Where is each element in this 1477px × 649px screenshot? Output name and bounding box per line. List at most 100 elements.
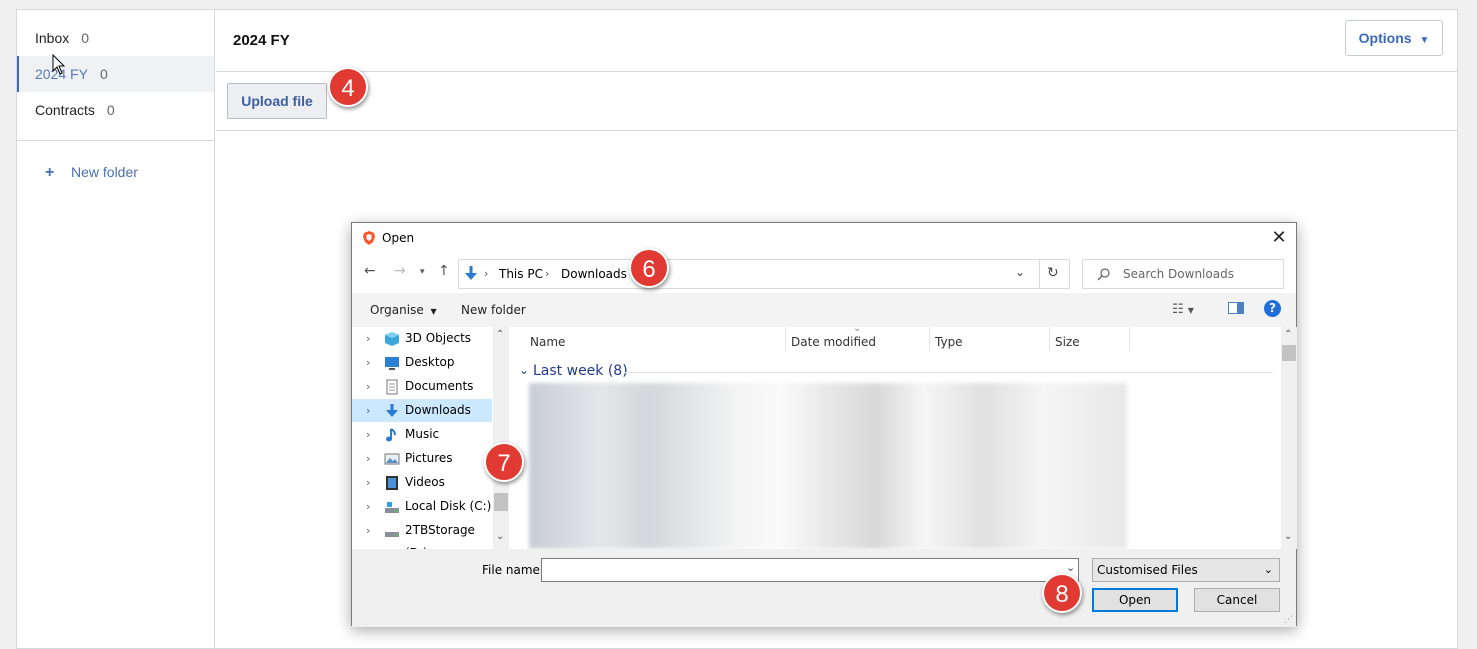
step-badge-7: 7 — [484, 442, 524, 482]
forward-arrow-icon[interactable]: → — [394, 263, 406, 279]
navigation-tree: › 3D Objects › Desktop › Documents › Dow… — [352, 327, 509, 560]
new-folder-toolbar-button[interactable]: New folder — [461, 303, 526, 317]
dialog-titlebar: Open ✕ — [352, 223, 1296, 253]
file-name-dropdown-chevron-icon[interactable]: ⌄ — [1066, 561, 1075, 574]
column-header-date-modified[interactable]: Date modified — [791, 335, 876, 349]
help-icon[interactable]: ? — [1264, 300, 1281, 317]
dialog-navbar: ← → ▾ ↑ › This PC › Downloads ⌄ ↻ Search… — [352, 253, 1296, 293]
caret-down-icon: ▼ — [1419, 35, 1430, 46]
back-arrow-icon[interactable]: ← — [364, 263, 376, 279]
tree-item-documents[interactable]: › Documents — [352, 375, 492, 398]
sidebar-item-inbox[interactable]: Inbox 0 — [17, 20, 214, 56]
view-options-icon[interactable]: ☷ ▼ — [1172, 302, 1194, 317]
step-badge-8: 8 — [1042, 573, 1082, 613]
expand-chevron-icon[interactable]: › — [366, 327, 370, 350]
drive-icon — [385, 532, 399, 537]
recent-locations-chevron-icon[interactable]: ▾ — [420, 267, 425, 277]
tree-item-local-disk-c[interactable]: › Local Disk (C:) — [352, 495, 492, 518]
upload-file-button[interactable]: Upload file — [227, 83, 327, 119]
blurred-file-rows[interactable] — [529, 383, 1127, 549]
address-bar[interactable]: › This PC › Downloads ⌄ ↻ — [458, 259, 1070, 289]
file-type-select[interactable]: Customised Files ⌄ — [1092, 558, 1280, 582]
column-header-size[interactable]: Size — [1055, 335, 1080, 349]
folder-count: 0 — [99, 66, 108, 82]
refresh-icon[interactable]: ↻ — [1047, 265, 1059, 281]
tree-item-label: Local Disk (C:) — [405, 499, 492, 513]
expand-chevron-icon[interactable]: › — [366, 471, 370, 494]
tree-item-videos[interactable]: › Videos — [352, 471, 492, 494]
column-separator[interactable] — [1049, 327, 1050, 351]
column-header-name[interactable]: Name — [530, 335, 565, 349]
expand-chevron-icon[interactable]: › — [366, 351, 370, 374]
tree-item-label: Downloads — [405, 403, 471, 417]
expand-chevron-icon[interactable]: › — [366, 423, 370, 446]
dialog-toolbar: Organise ▼ New folder ☷ ▼ ? — [352, 293, 1296, 327]
pictures-icon — [384, 453, 400, 465]
tree-item-label: Pictures — [405, 451, 453, 465]
column-separator[interactable] — [1129, 327, 1130, 351]
breadcrumb-downloads[interactable]: Downloads — [561, 267, 627, 281]
scroll-up-icon[interactable]: ⌃ — [1284, 329, 1292, 340]
search-box[interactable]: Search Downloads — [1082, 259, 1284, 289]
scroll-down-icon[interactable]: ⌄ — [1284, 531, 1292, 542]
column-header-type[interactable]: Type — [935, 335, 963, 349]
chevron-down-icon: ⌄ — [1263, 563, 1273, 576]
folder-label: Contracts — [35, 102, 95, 118]
sidebar: Inbox 0 2024 FY 0 Contracts 0 + New folder — [17, 10, 215, 648]
sidebar-item-contracts[interactable]: Contracts 0 — [17, 92, 214, 128]
tree-item-label: Desktop — [405, 355, 455, 369]
resize-grip-icon[interactable]: ⋰ — [1284, 615, 1293, 625]
close-icon[interactable]: ✕ — [1262, 223, 1296, 253]
preview-pane-icon[interactable] — [1228, 302, 1244, 314]
tree-scrollbar[interactable]: ⌃ ⌄ — [493, 327, 509, 549]
file-list-scrollbar[interactable]: ⌃ ⌄ — [1281, 327, 1297, 549]
expand-chevron-icon[interactable]: › — [366, 495, 370, 518]
tree-item-desktop[interactable]: › Desktop — [352, 351, 492, 374]
collapse-chevron-icon[interactable]: ⌄ — [519, 363, 529, 377]
expand-chevron-icon[interactable]: › — [366, 519, 370, 542]
sort-chevron-icon: ⌄ — [853, 323, 862, 334]
file-list-scrollbar-thumb[interactable] — [1282, 345, 1296, 361]
expand-chevron-icon[interactable]: › — [366, 447, 370, 470]
open-file-dialog: Open ✕ ← → ▾ ↑ › This PC › Downloads ⌄ ↻… — [351, 222, 1297, 627]
tree-item-label: Documents — [405, 379, 474, 393]
caret-down-icon: ▼ — [430, 307, 437, 316]
new-folder-button[interactable]: + New folder — [45, 164, 138, 182]
open-button[interactable]: Open — [1092, 588, 1178, 612]
expand-chevron-icon[interactable]: › — [366, 375, 370, 398]
group-header-last-week[interactable]: Last week (8) — [533, 363, 628, 379]
folder-count: 0 — [81, 30, 90, 46]
breadcrumb-separator-icon: › — [545, 267, 550, 280]
column-separator[interactable] — [785, 327, 786, 351]
drive-icon — [385, 502, 399, 513]
tree-item-music[interactable]: › Music — [352, 423, 492, 446]
tree-scrollbar-thumb[interactable] — [494, 493, 508, 511]
desktop-icon — [385, 357, 399, 370]
step-badge-4: 4 — [328, 67, 368, 107]
address-dropdown-chevron-icon[interactable]: ⌄ — [1015, 265, 1025, 279]
tree-item-pictures[interactable]: › Pictures — [352, 447, 492, 470]
file-name-label: File name: — [482, 563, 544, 577]
tree-item-label: Videos — [405, 475, 445, 489]
videos-icon — [386, 476, 398, 490]
sidebar-item-2024-fy[interactable]: 2024 FY 0 — [17, 56, 214, 92]
file-name-input[interactable] — [541, 558, 1079, 582]
tree-item-3d-objects[interactable]: › 3D Objects — [352, 327, 492, 350]
options-button[interactable]: Options ▼ — [1345, 20, 1443, 56]
expand-chevron-icon[interactable]: › — [366, 399, 370, 422]
tree-item-label: Music — [405, 427, 440, 441]
tree-item-downloads[interactable]: › Downloads — [352, 399, 492, 422]
scroll-up-icon[interactable]: ⌃ — [496, 329, 504, 340]
up-arrow-icon[interactable]: ↑ — [438, 263, 450, 279]
search-placeholder: Search Downloads — [1123, 267, 1234, 281]
organise-menu[interactable]: Organise ▼ — [370, 303, 437, 317]
folder-label: Inbox — [35, 30, 70, 46]
scroll-down-icon[interactable]: ⌄ — [496, 531, 504, 542]
column-separator[interactable] — [929, 327, 930, 351]
search-icon — [1097, 268, 1110, 281]
cancel-button[interactable]: Cancel — [1194, 588, 1280, 612]
breadcrumb-this-pc[interactable]: This PC — [499, 267, 543, 281]
tree-item-2tbstorage-d[interactable]: › 2TBStorage (D:) — [352, 519, 492, 560]
cube-icon — [385, 332, 399, 346]
page-title: 2024 FY — [233, 32, 290, 49]
